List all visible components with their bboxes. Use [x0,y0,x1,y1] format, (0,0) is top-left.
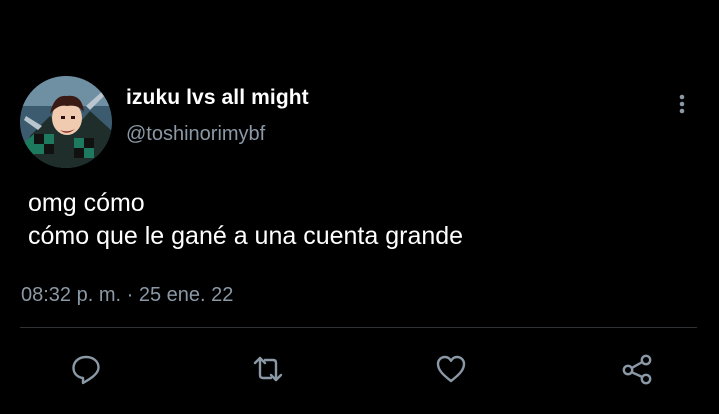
reply-button[interactable] [69,352,103,386]
display-name[interactable]: izuku lvs all might [126,86,309,110]
share-button[interactable] [620,352,654,386]
avatar[interactable] [20,76,112,168]
retweet-icon [251,352,285,386]
comment-icon [69,352,103,386]
user-handle[interactable]: @toshinorimybf [126,123,265,146]
divider [20,327,697,328]
tweet-timestamp[interactable]: 08:32 p. m. · 25 ene. 22 [21,284,233,307]
tweet-text-line: cómo que le gané a una cuenta grande [28,222,464,250]
tweet-text-line: omg cómo [28,189,145,217]
share-icon [620,352,654,386]
more-options-icon[interactable] [668,90,696,118]
heart-icon [434,352,468,386]
like-button[interactable] [434,352,468,386]
tweet-text: omg cómo cómo que le gané a una cuenta g… [28,187,463,253]
retweet-button[interactable] [251,352,285,386]
